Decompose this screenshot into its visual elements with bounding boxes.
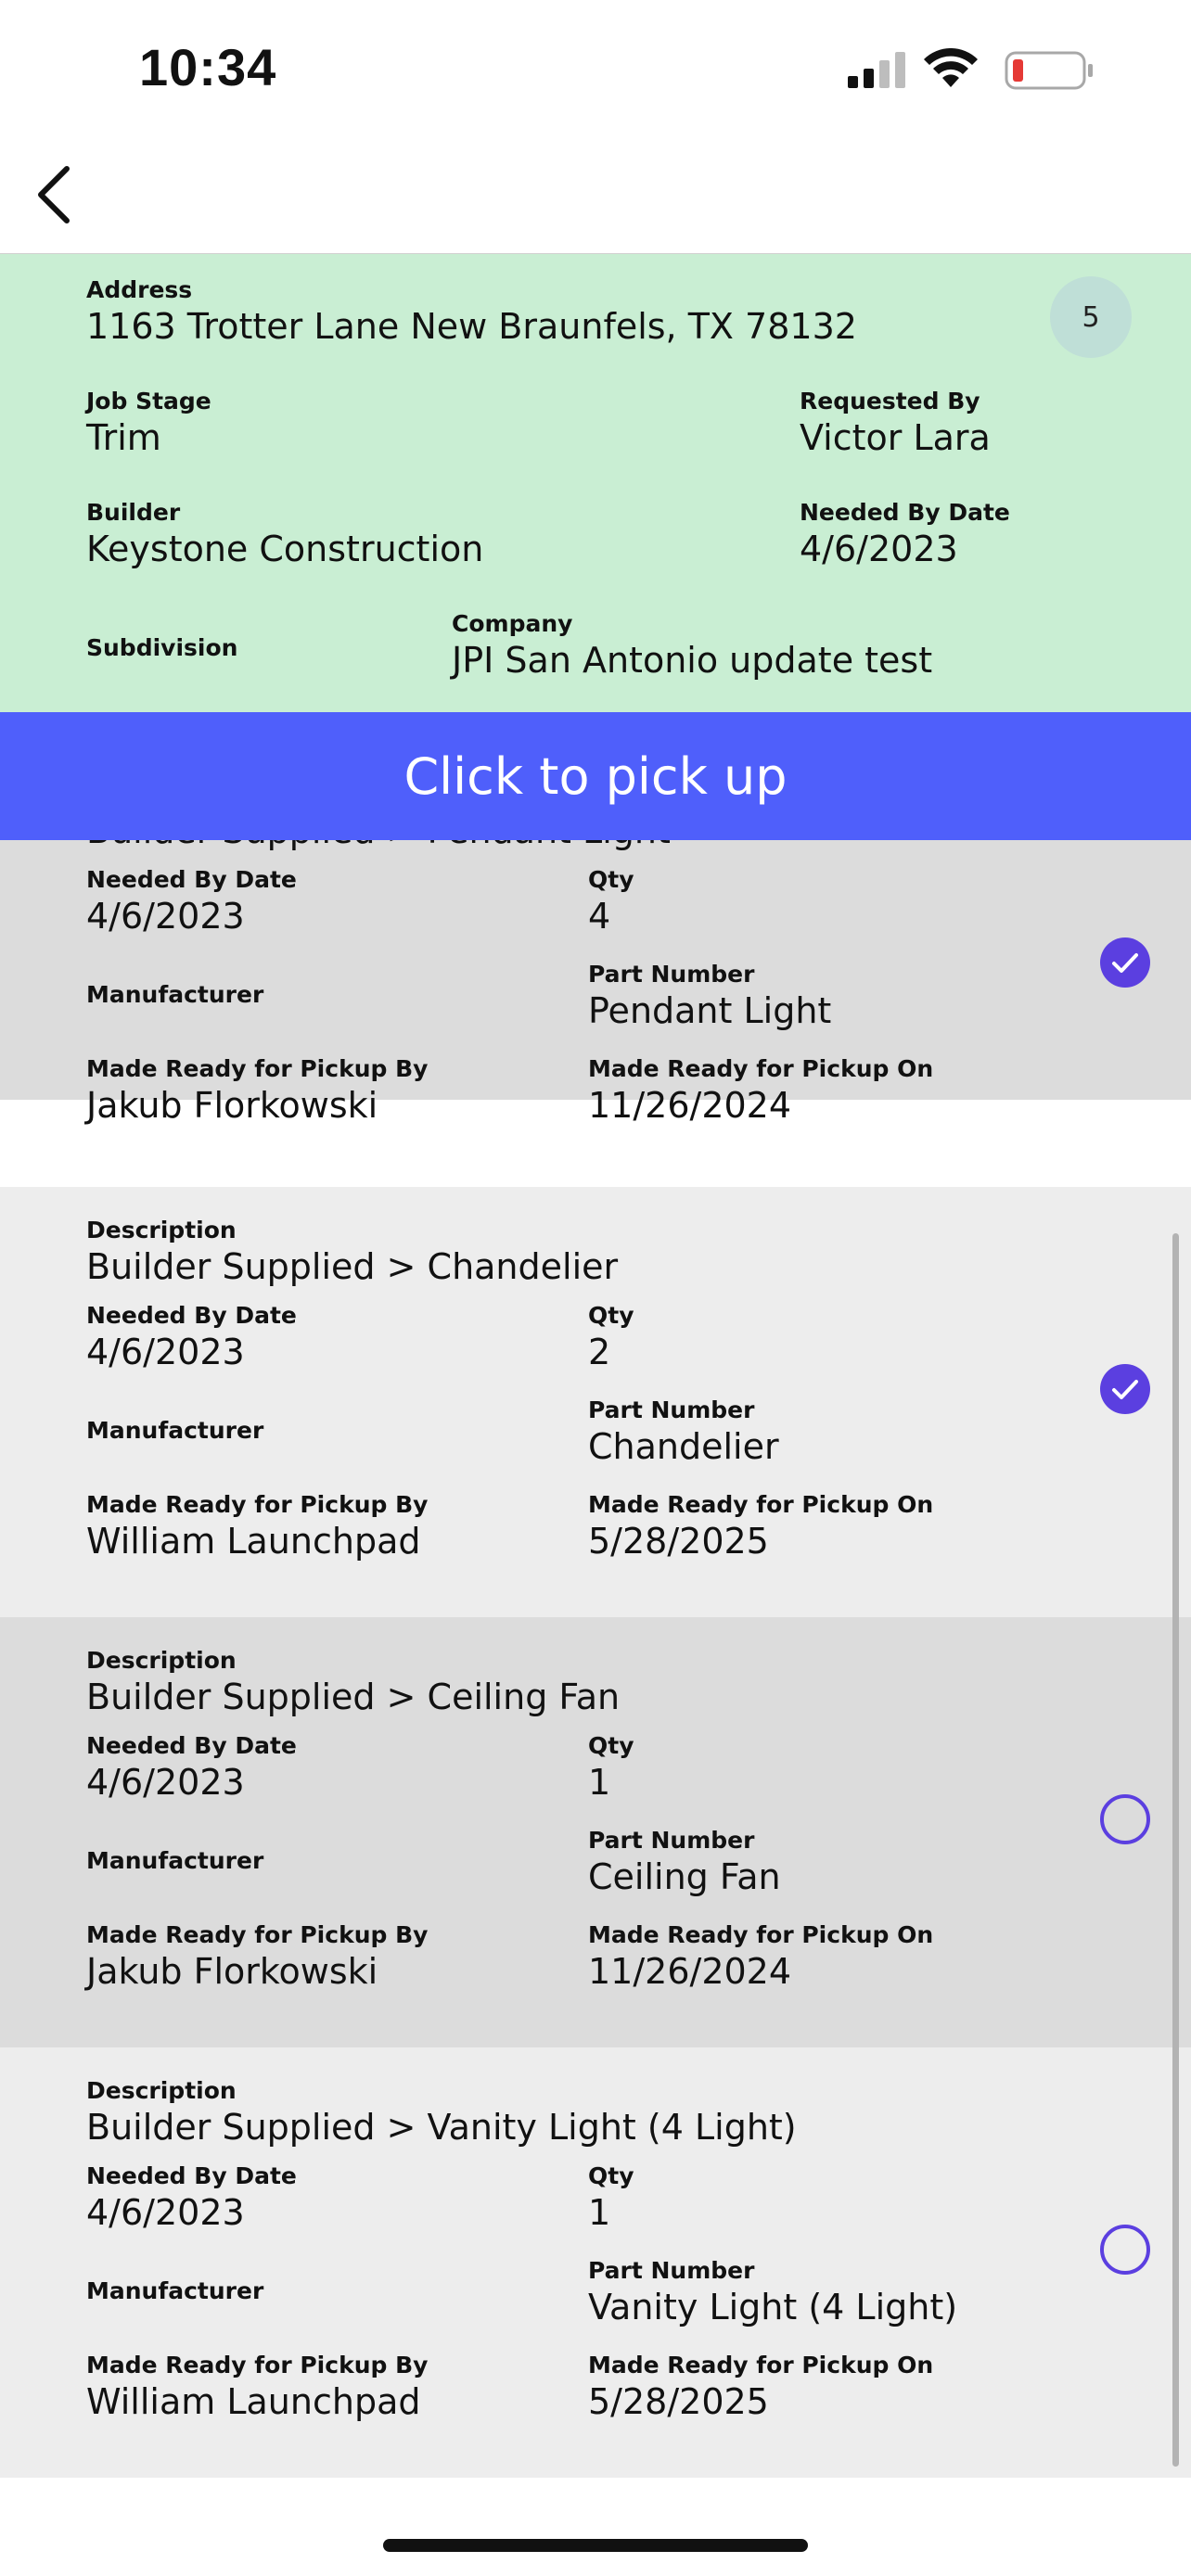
ready-by-label: Made Ready for Pickup By (86, 2352, 429, 2378)
job-info-panel: Address 1163 Trotter Lane New Braunfels,… (0, 254, 1191, 712)
description-value: Builder Supplied > Ceiling Fan (86, 1677, 621, 1717)
list-item[interactable]: Description Builder Supplied > Chandelie… (0, 1187, 1191, 1617)
needed-by-label: Needed By Date (86, 1732, 297, 1759)
needed-by-value: 4/6/2023 (86, 1762, 245, 1803)
needed-by-label: Needed By Date (86, 2162, 297, 2189)
ready-on-value: 11/26/2024 (588, 1951, 792, 1992)
ready-on-label: Made Ready for Pickup On (588, 1921, 934, 1948)
part-number-value: Ceiling Fan (588, 1856, 781, 1897)
status-bar: 10:34 (0, 0, 1191, 139)
unchecked-circle-icon[interactable] (1099, 2224, 1151, 2276)
chevron-left-icon (38, 166, 70, 223)
company-label: Company (452, 610, 573, 637)
ready-by-value: William Launchpad (86, 1521, 421, 1562)
description-label: Description (86, 2077, 237, 2104)
requested-by-label: Requested By (800, 388, 980, 414)
ready-on-label: Made Ready for Pickup On (588, 1491, 934, 1518)
needed-by-value: 4/6/2023 (800, 529, 958, 569)
status-icons (848, 47, 1098, 98)
company-value: JPI San Antonio update test (452, 640, 933, 681)
job-stage-value: Trim (86, 417, 161, 458)
requested-by-value: Victor Lara (800, 417, 991, 458)
job-stage-label: Job Stage (86, 388, 211, 414)
qty-value: 1 (588, 1762, 611, 1803)
description-label: Description (86, 1647, 237, 1674)
list-item[interactable]: Description Builder Supplied > Ceiling F… (0, 1617, 1191, 2047)
description-value: Builder Supplied > Vanity Light (4 Light… (86, 2107, 797, 2148)
back-button[interactable] (28, 158, 102, 232)
ready-by-label: Made Ready for Pickup By (86, 1921, 429, 1948)
manufacturer-label: Manufacturer (86, 2277, 264, 2304)
signal-icon (848, 52, 905, 88)
ready-on-value: 5/28/2025 (588, 2381, 769, 2422)
nav-bar (0, 139, 1191, 255)
qty-label: Qty (588, 1302, 634, 1329)
needed-by-label: Needed By Date (800, 499, 1010, 526)
description-value: Builder Supplied > Chandelier (86, 1246, 619, 1287)
wifi-icon (924, 47, 978, 87)
needed-by-value: 4/6/2023 (86, 2192, 245, 2233)
part-number-label: Part Number (588, 1827, 755, 1854)
part-number-label: Part Number (588, 1396, 755, 1423)
builder-value: Keystone Construction (86, 529, 484, 569)
checked-circle-icon[interactable] (1099, 1363, 1151, 1415)
list-item-overlay (0, 840, 1191, 1100)
address-value: 1163 Trotter Lane New Braunfels, TX 7813… (86, 306, 857, 347)
part-number-label: Part Number (588, 2257, 755, 2284)
description-label: Description (86, 1217, 237, 1243)
ready-by-label: Made Ready for Pickup By (86, 1491, 429, 1518)
ready-on-label: Made Ready for Pickup On (588, 2352, 934, 2378)
unchecked-circle-icon[interactable] (1099, 1793, 1151, 1845)
list-item[interactable]: Description Builder Supplied > Vanity Li… (0, 2047, 1191, 2478)
address-label: Address (86, 276, 193, 303)
part-number-value: Chandelier (588, 1426, 779, 1467)
qty-label: Qty (588, 1732, 634, 1759)
needed-by-label: Needed By Date (86, 1302, 297, 1329)
status-time: 10:34 (139, 38, 277, 96)
items-list[interactable]: Description Builder Supplied > Pendant L… (0, 840, 1191, 2478)
qty-value: 1 (588, 2192, 611, 2233)
qty-value: 2 (588, 1332, 611, 1372)
ready-on-value: 5/28/2025 (588, 1521, 769, 1562)
subdivision-label: Subdivision (86, 634, 238, 661)
ready-by-value: Jakub Florkowski (86, 1951, 378, 1992)
scrollbar[interactable] (1172, 1233, 1179, 2467)
manufacturer-label: Manufacturer (86, 1847, 264, 1874)
qty-label: Qty (588, 2162, 634, 2189)
home-indicator[interactable] (383, 2539, 808, 2552)
ready-by-value: William Launchpad (86, 2381, 421, 2422)
manufacturer-label: Manufacturer (86, 1417, 264, 1444)
needed-by-value: 4/6/2023 (86, 1332, 245, 1372)
battery-icon (1005, 51, 1093, 90)
builder-label: Builder (86, 499, 181, 526)
part-number-value: Vanity Light (4 Light) (588, 2287, 958, 2327)
count-badge: 5 (1050, 276, 1132, 358)
pick-up-button[interactable]: Click to pick up (0, 712, 1191, 840)
